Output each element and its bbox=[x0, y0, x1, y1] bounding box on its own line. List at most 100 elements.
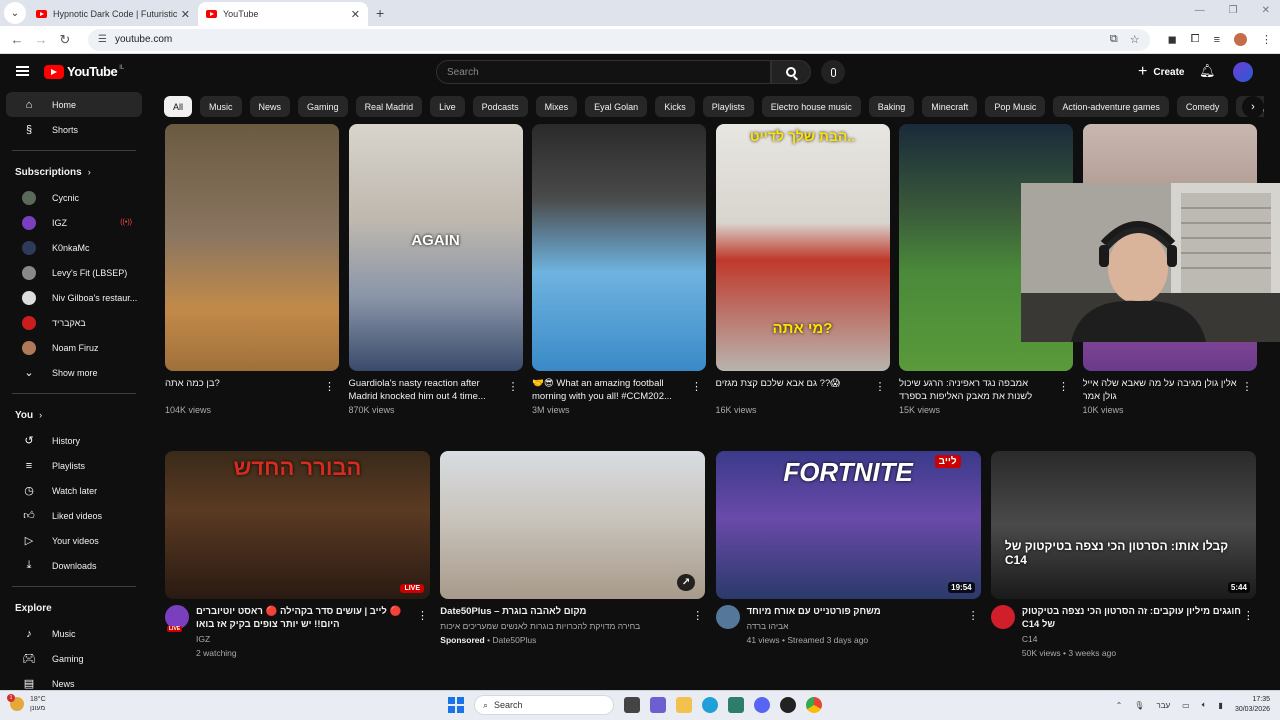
close-window-icon[interactable]: ✕ bbox=[1262, 5, 1270, 16]
sidebar-item-watch-later[interactable]: ◷ Watch later bbox=[6, 478, 142, 503]
short-thumbnail[interactable] bbox=[532, 124, 706, 371]
taskbar-search[interactable]: ⌕ Search bbox=[474, 695, 614, 715]
voice-search-button[interactable] bbox=[821, 60, 845, 84]
short-title[interactable]: אמבפה נגד ראפיניה: הרגע שיכול לשנות את מ… bbox=[899, 377, 1073, 403]
windows-start-icon[interactable] bbox=[448, 697, 464, 713]
short-title[interactable]: ?בן כמה אתה bbox=[165, 377, 339, 403]
chip-minecraft[interactable]: Minecraft bbox=[922, 96, 978, 117]
more-actions-icon[interactable]: ⋮ bbox=[691, 380, 702, 393]
more-actions-icon[interactable]: ⋮ bbox=[417, 609, 428, 622]
external-link-icon[interactable]: ↗ bbox=[676, 574, 696, 591]
video-title[interactable]: מקום לאהבה בוגרת – Date50Plus bbox=[440, 605, 691, 618]
video-title[interactable]: חוגגים מיליון עוקבים: זה הסרטון הכי נצפה… bbox=[1022, 605, 1242, 631]
browser-menu-icon[interactable]: ⋮ bbox=[1261, 33, 1272, 46]
subscriptions-heading[interactable]: Subscriptions › bbox=[0, 159, 148, 185]
youtube-logo[interactable]: YouTube IL bbox=[44, 64, 124, 79]
video-card[interactable]: הבורר החדש LIVE LIVE 🔴 לייב | עושים סדר בקה… bbox=[165, 451, 430, 659]
sidebar-item-gaming[interactable]: 🎮︎ Gaming bbox=[6, 646, 142, 671]
forward-icon[interactable]: → bbox=[32, 32, 50, 47]
file-explorer-icon[interactable] bbox=[676, 697, 692, 713]
tab-close-icon[interactable]: ✕ bbox=[181, 8, 190, 21]
chrome-icon[interactable] bbox=[806, 697, 822, 713]
short-thumbnail[interactable]: AGAIN bbox=[348, 124, 523, 371]
volume-icon[interactable]: 🔈︎ bbox=[1202, 700, 1207, 710]
chip-all[interactable]: All bbox=[164, 96, 193, 117]
channel-name[interactable]: אביהו ברדה bbox=[747, 620, 967, 632]
account-avatar[interactable] bbox=[1233, 62, 1253, 82]
video-thumbnail[interactable]: קבלו אותו: הסרטון הכי נצפה בטיקטוק של C1… bbox=[990, 451, 1256, 599]
channel-name[interactable]: IGZ bbox=[196, 633, 416, 645]
video-card[interactable]: קבלו אותו: הסרטון הכי נצפה בטיקטוק של C1… bbox=[990, 451, 1256, 659]
chip-comedy[interactable]: Comedy bbox=[1176, 96, 1229, 117]
sidebar-item-history[interactable]: ↺ History bbox=[6, 428, 142, 453]
create-button[interactable]: + Create bbox=[1128, 61, 1194, 83]
chip-baking[interactable]: Baking bbox=[868, 96, 915, 117]
you-heading[interactable]: You › bbox=[0, 402, 148, 428]
microphone-tray-icon[interactable]: 🎙︎ bbox=[1134, 701, 1144, 710]
sidebar-subscription[interactable]: Levy's Fit (LBSEP) bbox=[6, 260, 142, 285]
channel-avatar[interactable] bbox=[715, 605, 740, 629]
extension-icon[interactable]: ◼ bbox=[1168, 33, 1177, 46]
sidebar-subscription[interactable]: באקבריד bbox=[6, 310, 142, 335]
url-field[interactable]: ☰ youtube.com ⧉ ☆ bbox=[88, 28, 1150, 51]
browser-tab-2[interactable]: YouTube ✕ bbox=[198, 2, 368, 26]
video-title[interactable]: משחק פורטנייט עם אורח מיוחד bbox=[747, 605, 967, 618]
notifications-bell-icon[interactable]: 🔔︎ bbox=[1199, 64, 1216, 78]
chip-mixes[interactable]: Mixes bbox=[535, 96, 578, 117]
minimize-icon[interactable]: — bbox=[1195, 5, 1205, 16]
language-indicator[interactable]: עבר bbox=[1156, 701, 1170, 710]
short-title[interactable]: 🤝😎 What an amazing football morning with… bbox=[532, 377, 706, 403]
tray-chevron-icon[interactable]: ⌃ bbox=[1116, 701, 1123, 710]
tab-close-icon[interactable]: ✕ bbox=[351, 8, 360, 21]
more-actions-icon[interactable]: ⋮ bbox=[692, 609, 703, 622]
channel-avatar[interactable]: LIVE bbox=[165, 605, 189, 632]
show-more-button[interactable]: ⌄ Show more bbox=[6, 360, 142, 385]
chip-electro-house-music[interactable]: Electro house music bbox=[761, 96, 861, 117]
extensions-puzzle-icon[interactable]: ⧠ bbox=[1191, 33, 1200, 46]
clock[interactable]: 17:35 30/03/2026 bbox=[1235, 695, 1270, 715]
browser-tab-1[interactable]: Hypnotic Dark Code | Futuristic ✕ bbox=[28, 2, 198, 26]
chip-action-adventure-games[interactable]: Action-adventure games bbox=[1053, 96, 1169, 117]
video-thumbnail[interactable]: FORTNITE לייב 19:54 bbox=[715, 451, 981, 599]
media-control-icon[interactable]: ≡ bbox=[1214, 34, 1220, 46]
more-actions-icon[interactable]: ⋮ bbox=[1242, 380, 1253, 393]
search-button[interactable] bbox=[771, 60, 811, 84]
video-title[interactable]: 🔴 לייב | עושים סדר בקהילה 🔴 ראסט יוטיובר… bbox=[196, 605, 416, 631]
sidebar-subscription[interactable]: Noam Firuz bbox=[6, 335, 142, 360]
short-card[interactable]: ?בן כמה אתה 104K views ⋮ bbox=[165, 124, 339, 415]
weather-widget[interactable]: 1 18°C מעונן bbox=[7, 694, 46, 713]
short-title[interactable]: אלין גולן מגיבה על מה שאבא שלה אייל גולן… bbox=[1083, 377, 1257, 403]
chip-eyal-golan[interactable]: Eyal Golan bbox=[585, 96, 648, 117]
more-actions-icon[interactable]: ⋮ bbox=[875, 380, 886, 393]
short-thumbnail[interactable]: מי אתה? הבת שלך לדייט.. bbox=[715, 124, 890, 371]
profile-avatar[interactable] bbox=[1234, 33, 1247, 46]
tab-search-icon[interactable]: ⌄ bbox=[4, 2, 26, 24]
teams-icon[interactable] bbox=[650, 697, 666, 713]
short-title[interactable]: Guardiola's nasty reaction after Madrid … bbox=[349, 377, 523, 403]
chips-next-icon[interactable]: › bbox=[1242, 96, 1264, 118]
short-thumbnail[interactable] bbox=[165, 124, 339, 371]
sidebar-item-downloads[interactable]: ⤓ Downloads bbox=[6, 553, 142, 578]
chip-pop-music[interactable]: Pop Music bbox=[985, 96, 1046, 117]
sidebar-item-your-videos[interactable]: ▷ Your videos bbox=[6, 528, 142, 553]
edge-icon[interactable] bbox=[702, 697, 718, 713]
short-card[interactable]: AGAIN Guardiola's nasty reaction after Ma… bbox=[348, 124, 523, 415]
video-thumbnail[interactable]: הבורר החדש LIVE bbox=[165, 451, 430, 599]
task-view-icon[interactable] bbox=[624, 697, 640, 713]
video-card[interactable]: FORTNITE לייב 19:54 משחק פורטנייט עם אורח מ… bbox=[715, 451, 981, 646]
discord-icon[interactable] bbox=[754, 697, 770, 713]
chip-podcasts[interactable]: Podcasts bbox=[472, 96, 528, 117]
chip-real-madrid[interactable]: Real Madrid bbox=[355, 96, 423, 117]
channel-name[interactable]: C14 bbox=[1022, 633, 1242, 645]
sidebar-subscription[interactable]: Niv Gilboa's restaur... bbox=[6, 285, 142, 310]
back-icon[interactable]: ← bbox=[8, 32, 26, 47]
sidebar-subscription[interactable]: Cycnic bbox=[6, 185, 142, 210]
sidebar-item-news[interactable]: ▤ News bbox=[6, 671, 142, 690]
chip-gaming[interactable]: Gaming bbox=[298, 96, 348, 117]
store-icon[interactable] bbox=[728, 697, 744, 713]
chip-kicks[interactable]: Kicks bbox=[655, 96, 695, 117]
new-tab-icon[interactable]: + bbox=[376, 5, 384, 21]
chip-playlists[interactable]: Playlists bbox=[702, 96, 754, 117]
maximize-icon[interactable]: ❐ bbox=[1229, 5, 1238, 16]
menu-icon[interactable] bbox=[16, 66, 29, 76]
